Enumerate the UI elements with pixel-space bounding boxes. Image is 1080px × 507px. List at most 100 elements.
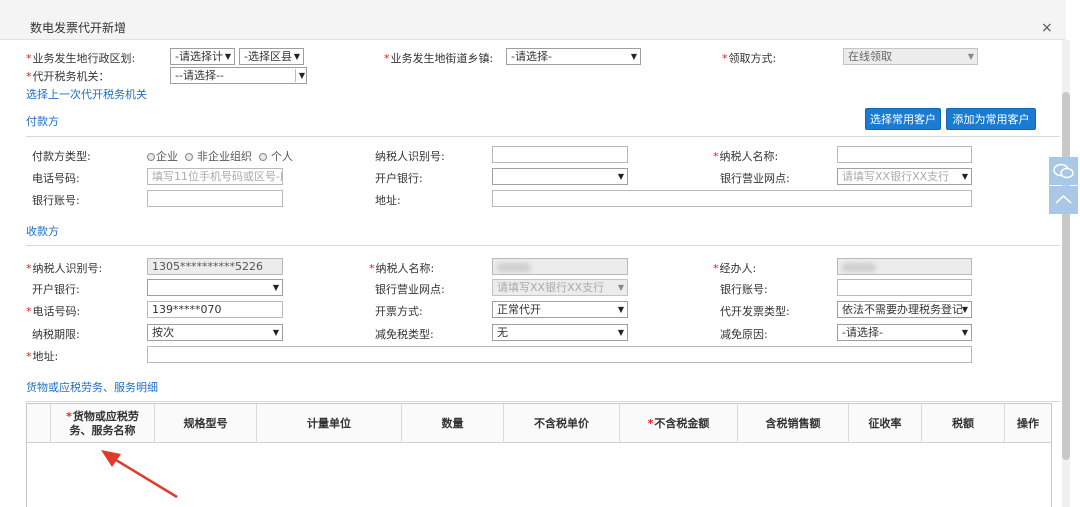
chevron-down-icon: ▼	[617, 172, 624, 181]
tax-office-select[interactable]: --请选择-- ▼	[170, 67, 307, 84]
admin-region-county-select[interactable]: -选择区县 ▼	[239, 48, 304, 65]
add-common-customer-button[interactable]: 添加为常用客户	[946, 108, 1036, 130]
radio-circle-icon	[147, 153, 155, 161]
payee-address-input[interactable]	[147, 346, 972, 363]
radio-enterprise[interactable]: 企业	[147, 150, 178, 163]
admin-region-label: *业务发生地行政区划:	[26, 52, 136, 65]
payee-branch-label: 银行营业网点:	[375, 283, 445, 296]
street-select[interactable]: -请选择- ▼	[506, 48, 641, 65]
payee-taxid-label: *纳税人识别号:	[26, 262, 103, 275]
payee-bank-select[interactable]: ▼	[147, 279, 283, 296]
payee-section-title: 收款方	[26, 225, 59, 238]
exempt-type-label: 减免税类型:	[375, 328, 434, 341]
close-icon[interactable]: ×	[1041, 20, 1053, 36]
scrollbar-thumb[interactable]	[1062, 92, 1070, 460]
chevron-down-icon: ▼	[961, 328, 968, 337]
goods-table-header: *货物或应税劳 务、服务名称 规格型号 计量单位 数量 不含税单价 * 不含税金额 …	[27, 404, 1051, 443]
payer-bank-select[interactable]: ▼	[492, 168, 628, 185]
last-tax-office-link[interactable]: 选择上一次代开税务机关	[26, 86, 147, 102]
back-to-top-button[interactable]	[1049, 186, 1078, 214]
divider	[26, 136, 1060, 137]
payee-name-label: *纳税人名称:	[369, 262, 435, 275]
payee-address-label: *地址:	[26, 350, 59, 363]
chevron-down-icon: ▼	[967, 52, 974, 61]
exempt-reason-label: 减免原因:	[720, 328, 768, 341]
header-cell-amount: * 不含税金额	[620, 404, 738, 443]
choose-common-customer-button[interactable]: 选择常用客户	[865, 108, 941, 130]
handler-input[interactable]	[837, 258, 972, 275]
payee-phone-label: *电话号码:	[26, 305, 81, 318]
radio-circle-icon	[258, 153, 267, 161]
invoice-method-label: 开票方式:	[375, 305, 423, 318]
header-cell-tax: 税额	[922, 404, 1005, 443]
header-cell-quantity: 数量	[402, 404, 504, 443]
tax-office-label: *代开税务机关：	[26, 70, 110, 83]
payer-address-input[interactable]	[492, 190, 972, 207]
payer-address-label: 地址:	[375, 194, 401, 207]
handler-label: *经办人:	[713, 262, 757, 275]
payer-bank-label: 开户银行:	[375, 172, 423, 185]
chat-float-button[interactable]	[1049, 157, 1078, 185]
chevron-down-icon: ▼	[294, 69, 305, 82]
invoice-type-label: 代开发票类型:	[720, 305, 790, 318]
chevron-down-icon: ▼	[617, 305, 624, 314]
chevron-down-icon: ▼	[293, 52, 300, 61]
goods-section-title: 货物或应税劳务、服务明细	[26, 381, 158, 394]
payee-phone-input[interactable]: 139*****070	[147, 301, 283, 318]
payer-section-title: 付款方	[26, 115, 59, 128]
invoice-type-select[interactable]: 依法不需要办理税务登记 ▼	[837, 301, 972, 318]
payee-taxid-input[interactable]: 1305**********5226	[147, 258, 283, 275]
radio-individual[interactable]: 个人	[258, 150, 293, 163]
payer-branch-label: 银行营业网点:	[720, 172, 790, 185]
chat-icon	[1053, 163, 1074, 179]
chevron-down-icon: ▼	[617, 328, 624, 337]
payee-branch-select[interactable]: 请填写XX银行XX支行 ▼	[492, 279, 628, 296]
divider	[26, 401, 1060, 402]
header-cell-rate: 征收率	[849, 404, 922, 443]
divider	[26, 245, 1060, 246]
chevron-down-icon: ▼	[617, 283, 624, 292]
payee-name-input[interactable]	[492, 258, 628, 275]
admin-region-city-select[interactable]: -请选择计 ▼	[170, 48, 235, 65]
payer-name-input[interactable]	[837, 146, 972, 163]
header-cell-sales-with-tax: 含税销售额	[738, 404, 849, 443]
payer-taxid-input[interactable]	[492, 146, 628, 163]
chevron-up-icon	[1055, 194, 1072, 204]
exempt-reason-select[interactable]: -请选择- ▼	[837, 324, 972, 341]
redacted-text	[497, 262, 531, 272]
chevron-down-icon: ▼	[224, 52, 231, 61]
header-cell-blank	[27, 404, 51, 443]
payer-name-label: *纳税人名称:	[713, 150, 779, 163]
invoice-dialog: 数电发票代开新增 × *业务发生地行政区划: -请选择计 ▼ -选择区县 ▼ *业务…	[0, 0, 1080, 507]
header-cell-action: 操作	[1017, 416, 1039, 430]
payer-type-label: 付款方类型:	[32, 150, 91, 163]
header-cell-spec: 规格型号	[155, 404, 257, 443]
street-label: *业务发生地街道乡镇:	[384, 52, 494, 65]
receive-method-select[interactable]: 在线领取 ▼	[843, 48, 978, 65]
payer-taxid-label: 纳税人识别号:	[375, 150, 445, 163]
header-cell-unit-price: 不含税单价	[504, 404, 620, 443]
payer-account-input[interactable]	[147, 190, 283, 207]
payer-phone-input[interactable]: 填写11位手机号码或区号-座	[147, 168, 283, 185]
header-cell-unit: 计量单位	[257, 404, 402, 443]
dialog-titlebar: 数电发票代开新增 ×	[0, 0, 1066, 40]
payer-account-label: 银行账号:	[32, 194, 80, 207]
exempt-type-select[interactable]: 无 ▼	[492, 324, 628, 341]
payee-account-input[interactable]	[837, 279, 972, 296]
chevron-down-icon: ▼	[272, 283, 279, 292]
chevron-down-icon: ▼	[961, 172, 968, 181]
payee-account-label: 银行账号:	[720, 283, 768, 296]
payer-branch-select[interactable]: 请填写XX银行XX支行 ▼	[837, 168, 972, 185]
chevron-down-icon: ▼	[272, 328, 279, 337]
invoice-method-select[interactable]: 正常代开 ▼	[492, 301, 628, 318]
chevron-down-icon: ▼	[630, 52, 637, 61]
tax-period-label: 纳税期限:	[32, 328, 80, 341]
redacted-text	[842, 262, 876, 272]
tax-period-select[interactable]: 按次 ▼	[147, 324, 283, 341]
chevron-down-icon: ▼	[961, 305, 968, 314]
radio-non-enterprise[interactable]: 非企业组织	[184, 150, 252, 163]
dialog-title: 数电发票代开新增	[30, 21, 127, 35]
radio-circle-icon	[184, 153, 193, 161]
receive-method-label: *领取方式:	[722, 52, 777, 65]
annotation-arrow-icon	[101, 450, 178, 499]
